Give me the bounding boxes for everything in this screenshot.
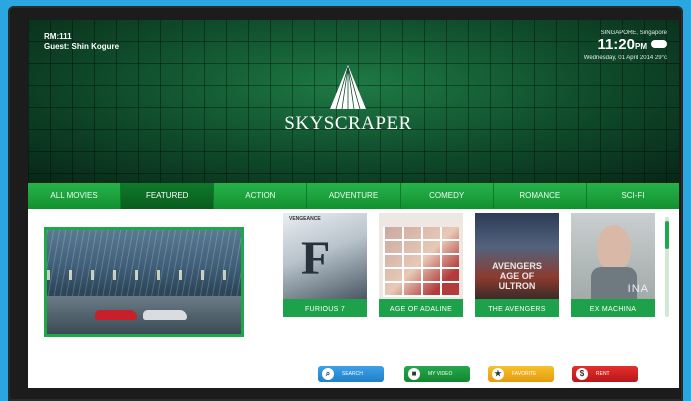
clock-time: 11:20 (597, 36, 635, 53)
poster-title: THE AVENGERS (488, 306, 546, 313)
favorite-button[interactable]: ★ FAVORITE (488, 366, 554, 382)
poster-title: FURIOUS 7 (304, 306, 346, 313)
guest-name: Guest: Shin Kogure (44, 42, 120, 51)
video-icon: ■ (408, 368, 420, 380)
poster-title: EX MACHINA (589, 306, 637, 313)
rent-button-label: RENT (596, 371, 610, 377)
poster-art-text: F (301, 232, 331, 285)
rent-icon: $ (576, 368, 588, 380)
my-video-button[interactable]: ■ MY VIDEO (404, 366, 470, 382)
weather-date: Wednesday, 01 April 2014 29°c (583, 55, 667, 61)
tv-screen: RM:111 Guest: Shin Kogure SINGAPORE, Sin… (28, 20, 679, 388)
brand-name: SKYSCRAPER (284, 113, 412, 134)
favorite-button-label: FAVORITE (512, 371, 537, 377)
weather-widget: SINGAPORE, Singapore 11:20PM Wednesday, … (584, 30, 667, 61)
search-button[interactable]: ⌕ SEARCH (318, 366, 384, 382)
scrollbar-thumb[interactable] (665, 221, 669, 249)
category-nav: ALL MOVIES FEATURED ACTION ADVENTURE COM… (28, 183, 679, 209)
poster-face (597, 225, 631, 271)
preview-white-car (143, 310, 187, 320)
poster-art-text: INA (627, 283, 649, 295)
poster-art: INA (571, 213, 655, 299)
tab-romance[interactable]: ROMANCE (493, 183, 587, 209)
poster-card[interactable]: VENGEANCE F FURIOUS 7 (283, 213, 367, 317)
poster-collage (383, 227, 459, 297)
header-banner: RM:111 Guest: Shin Kogure SINGAPORE, Sin… (28, 20, 679, 183)
tab-action[interactable]: ACTION (214, 183, 308, 209)
preview-red-car (95, 310, 137, 320)
tab-featured[interactable]: FEATURED (121, 183, 215, 209)
tab-all-movies[interactable]: ALL MOVIES (28, 183, 122, 209)
my-video-button-label: MY VIDEO (428, 371, 453, 377)
poster-tagline: VENGEANCE (289, 216, 321, 222)
guest-info: RM:111 Guest: Shin Kogure (44, 32, 119, 52)
skyscraper-icon (330, 65, 366, 109)
poster-row: VENGEANCE F FURIOUS 7 AGE OF ADALINE AVE… (283, 213, 663, 317)
star-icon: ★ (492, 368, 504, 380)
preview-lights (47, 270, 241, 280)
cloud-icon (651, 40, 667, 48)
poster-art: VENGEANCE F (283, 213, 367, 299)
content-area: VENGEANCE F FURIOUS 7 AGE OF ADALINE AVE… (28, 209, 679, 388)
poster-art (379, 213, 463, 299)
poster-title: AGE OF ADALINE (389, 306, 453, 313)
tab-sci-fi[interactable]: SCI-FI (586, 183, 679, 209)
featured-preview[interactable] (44, 227, 244, 337)
tv-frame: RM:111 Guest: Shin Kogure SINGAPORE, Sin… (8, 6, 683, 401)
poster-card[interactable]: INA EX MACHINA (571, 213, 655, 317)
tab-adventure[interactable]: ADVENTURE (307, 183, 401, 209)
brand-logo: SKYSCRAPER (278, 65, 418, 135)
poster-scrollbar[interactable] (665, 217, 669, 317)
poster-card[interactable]: AGE OF ADALINE (379, 213, 463, 317)
clock-ampm: PM (635, 42, 647, 51)
poster-card[interactable]: AVENGERS AGE OF ULTRON THE AVENGERS (475, 213, 559, 317)
poster-art-text: AVENGERS AGE OF ULTRON (492, 261, 542, 291)
action-bar: ⌕ SEARCH ■ MY VIDEO ★ FAVORITE $ RENT (28, 366, 679, 384)
room-number: RM:111 (44, 32, 72, 41)
search-button-label: SEARCH (342, 371, 363, 377)
clock: 11:20PM (584, 36, 667, 55)
tab-comedy[interactable]: COMEDY (400, 183, 494, 209)
search-icon: ⌕ (322, 368, 334, 380)
rent-button[interactable]: $ RENT (572, 366, 638, 382)
weather-location: SINGAPORE, Singapore (600, 30, 667, 36)
poster-art: AVENGERS AGE OF ULTRON (475, 213, 559, 299)
